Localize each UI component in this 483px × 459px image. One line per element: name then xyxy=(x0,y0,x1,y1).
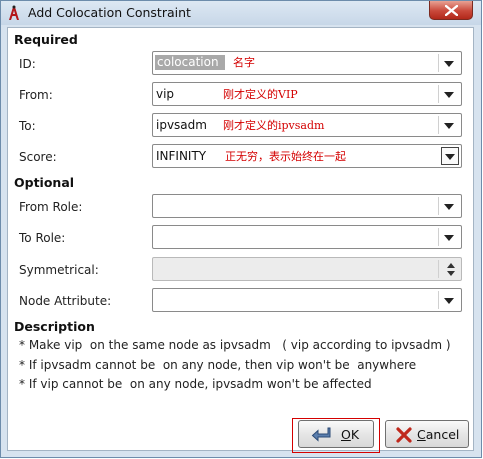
spinner-separator xyxy=(438,260,439,278)
description-line-3: * If vip cannot be on any node, ipvsadm … xyxy=(19,377,372,391)
score-label: Score: xyxy=(19,150,57,164)
from-annotation: 刚才定义的VIP xyxy=(223,88,298,101)
close-icon xyxy=(445,5,458,16)
spin-down-icon[interactable] xyxy=(447,271,455,276)
score-dropdown-button[interactable] xyxy=(441,147,459,165)
cancel-x-icon xyxy=(396,427,412,443)
node-attribute-label: Node Attribute: xyxy=(19,294,112,308)
window-title: Add Colocation Constraint xyxy=(28,5,191,20)
chevron-down-icon[interactable] xyxy=(444,61,454,67)
ok-arrow-icon xyxy=(311,427,331,442)
from-role-label: From Role: xyxy=(19,200,83,214)
cancel-mnemonic: C xyxy=(417,427,426,442)
ok-label-rest: K xyxy=(350,427,360,442)
dropdown-separator xyxy=(438,197,439,215)
app-icon xyxy=(9,5,19,20)
score-annotation: 正无穷，表示始终在一起 xyxy=(225,150,346,163)
from-label: From: xyxy=(19,88,53,102)
optional-section-title: Optional xyxy=(14,175,75,190)
dropdown-separator xyxy=(438,291,439,309)
dropdown-separator xyxy=(438,228,439,246)
close-button[interactable] xyxy=(429,1,473,20)
node-attribute-combo[interactable] xyxy=(152,288,462,312)
chevron-down-icon xyxy=(445,154,455,160)
ok-mnemonic: O xyxy=(341,427,351,442)
description-line-1: * Make vip on the same node as ipvsadm (… xyxy=(19,338,451,352)
ok-label: OK xyxy=(341,427,359,442)
to-value[interactable]: ipvsadm xyxy=(156,118,207,132)
score-value[interactable]: INFINITY xyxy=(156,149,206,163)
symmetrical-label: Symmetrical: xyxy=(19,263,99,277)
id-label: ID: xyxy=(19,57,36,71)
chevron-down-icon[interactable] xyxy=(444,204,454,210)
dropdown-separator xyxy=(438,54,439,72)
to-annotation: 刚才定义的ipvsadm xyxy=(223,119,325,132)
cancel-label: Cancel xyxy=(417,427,459,442)
from-combo[interactable]: vip 刚才定义的VIP xyxy=(152,82,462,106)
required-section-title: Required xyxy=(14,32,78,47)
from-value[interactable]: vip xyxy=(156,87,174,101)
to-label: To: xyxy=(19,119,36,133)
symmetrical-spinner[interactable] xyxy=(152,257,462,281)
ok-button[interactable]: OK xyxy=(298,420,374,448)
id-combo[interactable]: colocation 名字 xyxy=(152,51,462,75)
to-combo[interactable]: ipvsadm 刚才定义的ipvsadm xyxy=(152,113,462,137)
cancel-label-rest: ancel xyxy=(425,427,460,442)
to-role-combo[interactable] xyxy=(152,225,462,249)
spin-up-icon[interactable] xyxy=(447,263,455,268)
dropdown-separator xyxy=(438,116,439,134)
chevron-down-icon[interactable] xyxy=(444,123,454,129)
dropdown-separator xyxy=(438,85,439,103)
description-section-title: Description xyxy=(14,319,95,334)
chevron-down-icon[interactable] xyxy=(444,298,454,304)
to-role-label: To Role: xyxy=(19,231,66,245)
cancel-button[interactable]: Cancel xyxy=(385,420,469,448)
score-combo[interactable]: INFINITY 正无穷，表示始终在一起 xyxy=(152,144,462,168)
from-role-combo[interactable] xyxy=(152,194,462,218)
id-value[interactable]: colocation xyxy=(155,55,225,70)
description-line-2: * If ipvsadm cannot be on any node, then… xyxy=(19,358,417,372)
title-bar[interactable]: Add Colocation Constraint xyxy=(1,1,481,25)
dialog-body: Required ID: colocation 名字 From: vip 刚才定… xyxy=(7,27,474,453)
chevron-down-icon[interactable] xyxy=(444,92,454,98)
id-annotation: 名字 xyxy=(233,56,255,69)
chevron-down-icon[interactable] xyxy=(444,235,454,241)
add-colocation-dialog: Add Colocation Constraint Required ID: c… xyxy=(0,0,482,458)
